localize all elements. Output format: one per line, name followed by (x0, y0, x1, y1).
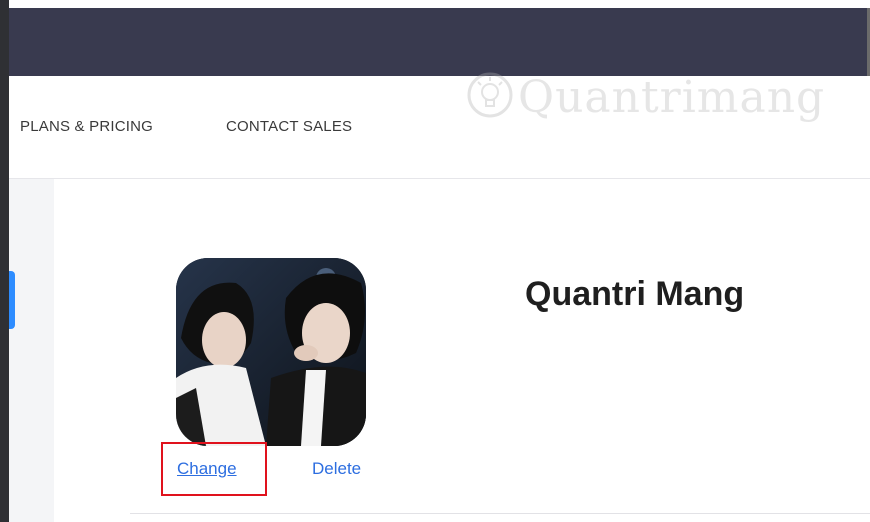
highlight-annotation (161, 442, 267, 496)
watermark: Quantrimang (466, 55, 825, 140)
sidebar-active-indicator[interactable] (9, 271, 15, 329)
window-left-edge (0, 0, 9, 522)
profile-name: Quantri Mang (525, 275, 745, 313)
nav-plans-pricing[interactable]: PLANS & PRICING (20, 118, 153, 135)
watermark-text: Quantrimang (518, 72, 826, 123)
sidebar (9, 179, 54, 522)
profile-avatar (176, 258, 366, 446)
bulb-icon (466, 71, 514, 124)
window-top-edge (0, 0, 870, 8)
delete-photo-link[interactable]: Delete (312, 459, 361, 479)
nav-contact-sales[interactable]: CONTACT SALES (226, 118, 352, 135)
section-divider (130, 513, 870, 514)
